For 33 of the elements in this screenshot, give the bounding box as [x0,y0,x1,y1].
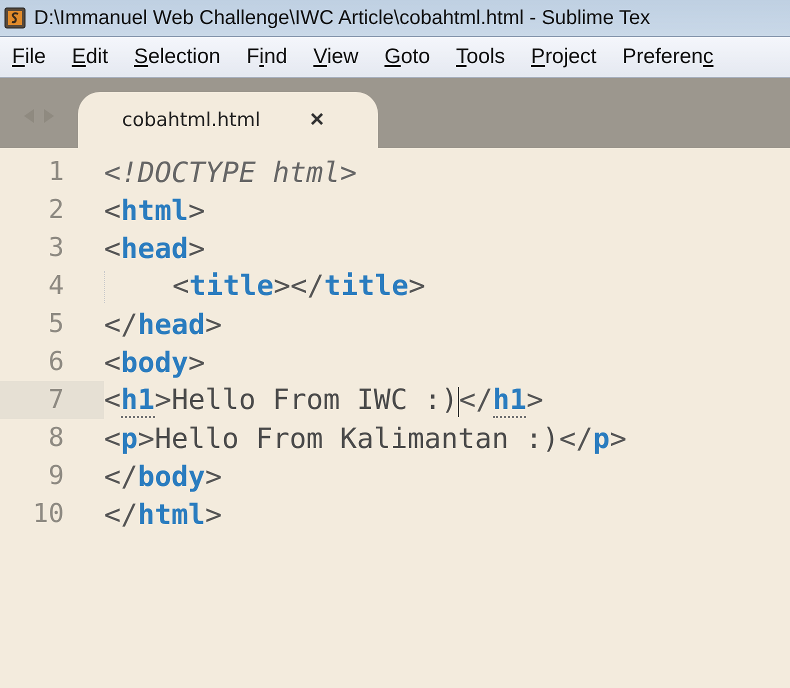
menu-item[interactable]: Preferenc [610,45,728,69]
window-title: D:\Immanuel Web Challenge\IWC Article\cobahtml.html - Sublime Tex [34,6,650,30]
menu-item[interactable]: View [301,45,372,69]
line-number: 5 [47,308,65,341]
menu-item[interactable]: Goto [372,45,444,69]
menu-item[interactable]: Tools [444,45,520,69]
menu-item[interactable]: Project [519,45,610,69]
tab[interactable]: cobahtml.html × [78,92,378,148]
code-line: </html> [104,498,222,530]
code-line: <html> [104,194,206,226]
menu-item[interactable]: Find [234,45,302,69]
line-number: 3 [47,232,65,265]
code-line: <h1>Hello From IWC :)</h1> [104,383,544,417]
code-line: <head> [104,232,206,264]
code-line: <!DOCTYPE html> [104,156,357,188]
line-number: 7 [0,381,104,419]
code-line: <p>Hello From Kalimantan :)</p> [104,422,627,454]
menu-item[interactable]: File [0,45,60,69]
code-line: <title></title> [104,268,426,304]
menu-item[interactable]: Selection [122,45,234,69]
line-number: 1 [47,156,65,189]
line-number: 10 [32,498,65,531]
tab-label: cobahtml.html [122,109,260,131]
code-line: <body> [104,346,206,378]
code-line: </head> [104,308,222,340]
line-number: 9 [47,460,65,493]
menu-item[interactable]: Edit [60,45,122,69]
code-line: </body> [104,460,222,492]
line-number: 8 [47,422,65,455]
line-number: 6 [47,346,65,379]
line-number: 4 [47,270,65,303]
line-number: 2 [47,194,65,227]
app-icon [4,7,26,29]
